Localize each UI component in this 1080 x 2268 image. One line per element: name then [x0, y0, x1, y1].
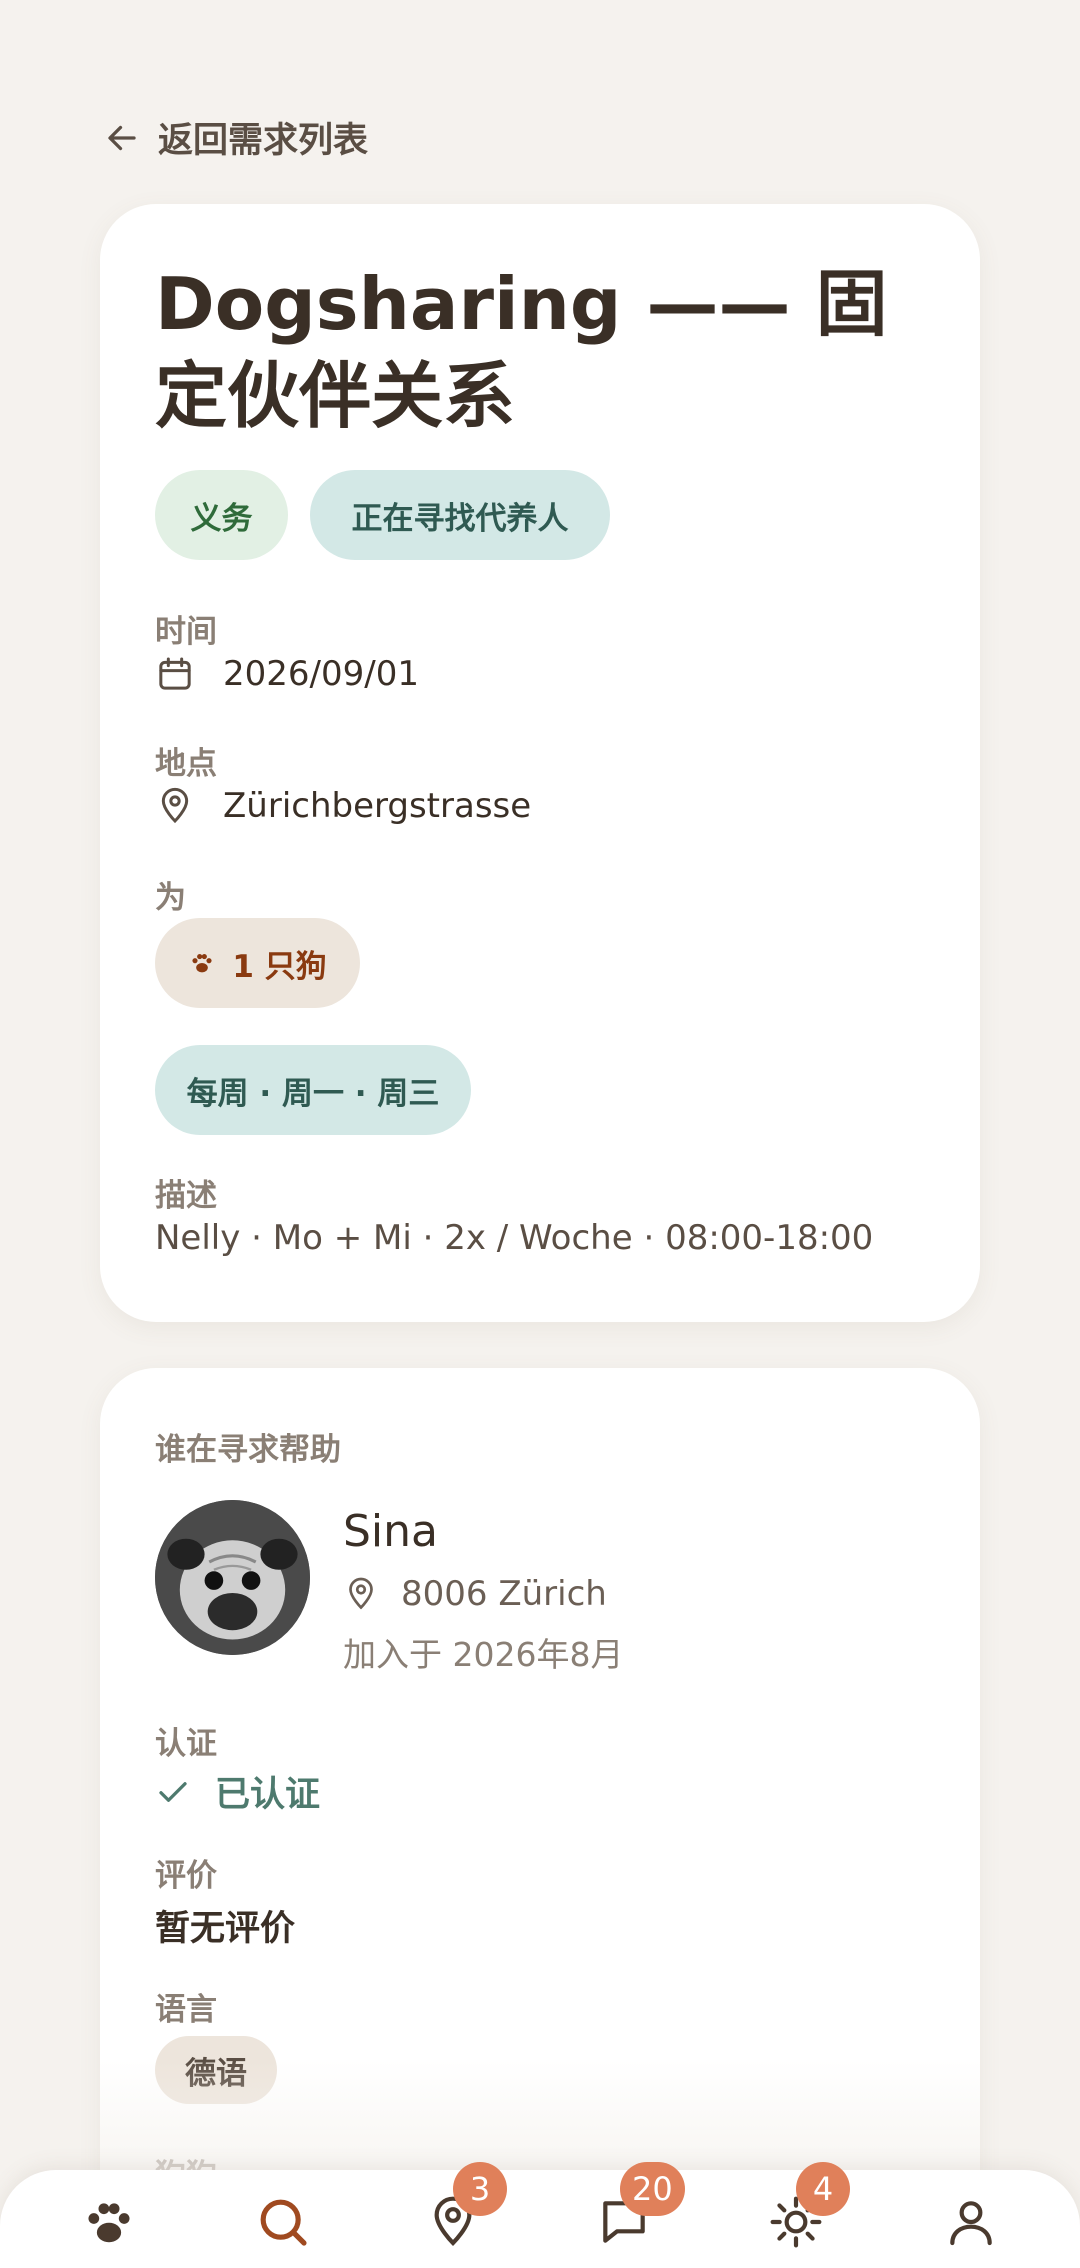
language-label: 语言 — [155, 1992, 217, 2028]
time-value: 2026/09/01 — [223, 654, 419, 694]
tab-activity[interactable]: 4 — [766, 2162, 850, 2252]
dogs-chip-label: 1 只狗 — [232, 948, 327, 985]
time-row: 2026/09/01 — [155, 654, 419, 694]
rating-value: 暂无评价 — [155, 1909, 296, 1949]
rating-label: 评价 — [155, 1858, 217, 1894]
search-icon — [260, 2199, 307, 2246]
verified-status: 已认证 — [155, 1766, 320, 1817]
tab-search[interactable] — [253, 2192, 313, 2252]
desc-label: 描述 — [155, 1178, 217, 1214]
calendar-icon — [159, 657, 191, 690]
arrow-left-icon — [108, 125, 136, 150]
paw-icon — [192, 954, 212, 973]
requester-section-label: 谁在寻求帮助 — [155, 1432, 341, 1468]
requester-location: 8006 Zürich — [343, 1574, 607, 1614]
verify-label: 认证 — [155, 1726, 217, 1762]
map-pin-icon — [349, 1577, 373, 1610]
activity-badge: 4 — [796, 2162, 850, 2216]
avatar[interactable] — [155, 1500, 310, 1655]
tab-home[interactable] — [79, 2192, 139, 2252]
tab-map[interactable]: 3 — [423, 2162, 507, 2252]
time-label: 时间 — [155, 614, 217, 650]
requester-location-text: 8006 Zürich — [401, 1574, 607, 1614]
paw-icon — [88, 2203, 130, 2243]
dogs-chip: 1 只狗 — [155, 918, 360, 1008]
place-row: Zürichbergstrasse — [155, 786, 531, 826]
requester-name: Sina — [343, 1506, 439, 1557]
desc-value: Nelly · Mo + Mi · 2x / Woche · 08:00-18:… — [155, 1218, 874, 1258]
schedule-chip: 每周 · 周一 · 周三 — [155, 1045, 471, 1135]
verified-text: 已认证 — [215, 1775, 321, 1815]
place-value: Zürichbergstrasse — [223, 786, 532, 826]
map-pin-icon — [161, 787, 189, 824]
place-label: 地点 — [155, 746, 217, 782]
tab-profile[interactable] — [941, 2192, 1001, 2252]
page-title: Dogsharing —— 固定伙伴关系 — [155, 262, 888, 438]
pug-photo — [155, 1500, 310, 1655]
bottom-tab-bar: 3 20 4 — [0, 2162, 1080, 2268]
back-link[interactable]: 返回需求列表 — [104, 112, 368, 163]
map-badge: 3 — [453, 2162, 507, 2216]
messages-badge: 20 — [620, 2162, 685, 2216]
profile-icon — [950, 2201, 992, 2246]
back-link-label: 返回需求列表 — [158, 121, 369, 161]
tab-messages[interactable]: 20 — [594, 2162, 685, 2252]
requester-joined: 加入于 2026年8月 — [343, 1635, 624, 1674]
for-label: 为 — [155, 880, 186, 916]
check-icon — [159, 1781, 187, 1802]
tag-status: 正在寻找代养人 — [310, 470, 610, 560]
tag-voluntary: 义务 — [155, 470, 288, 560]
